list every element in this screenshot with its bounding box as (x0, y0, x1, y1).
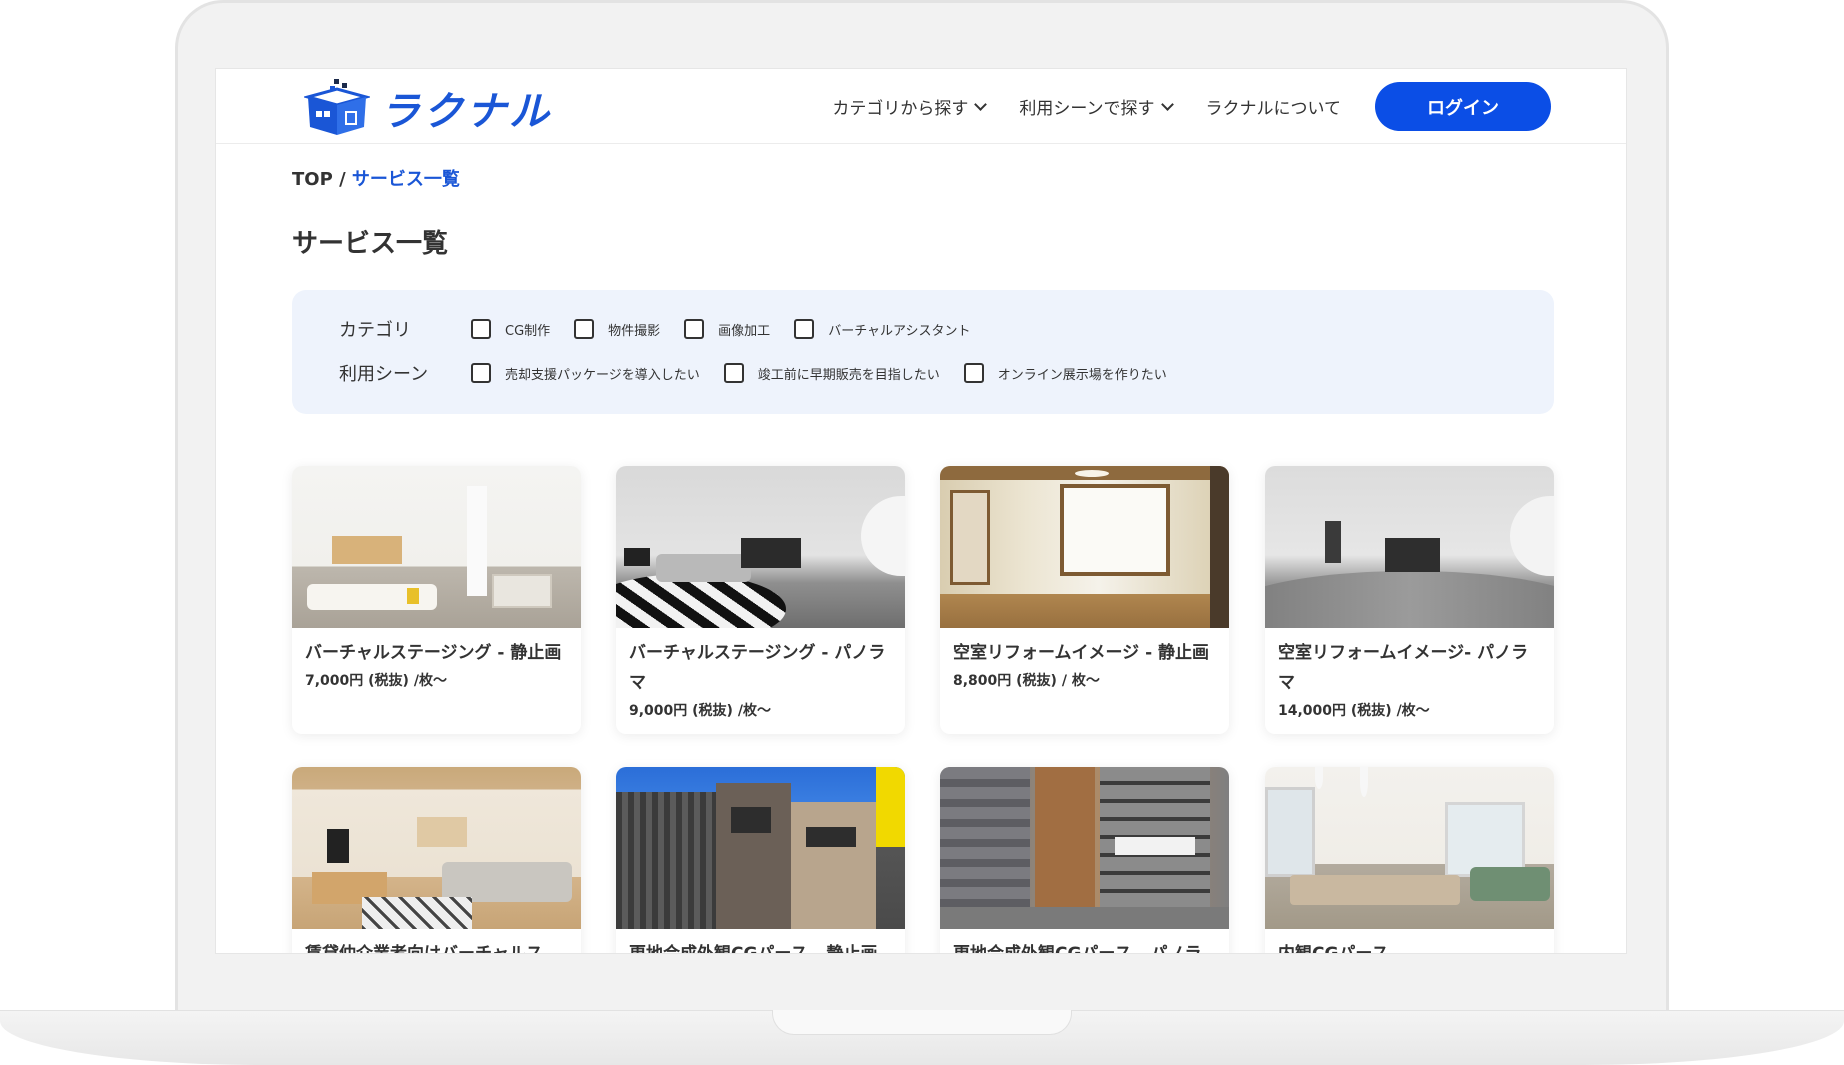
service-thumbnail (1265, 466, 1554, 628)
card-price: 8,800円 (税抜) / 枚〜 (953, 673, 1100, 689)
card-title: 空室リフォームイメージ- パノラマ (1278, 643, 1529, 693)
scene-filter-row: 利用シーン 売却支援パッケージを導入したい 竣工前に早期販売を目指したい オンラ… (339, 360, 1191, 386)
category-filter-label: カテゴリ (339, 320, 411, 341)
card-price: 14,000円 (税抜) /枚〜 (1278, 703, 1430, 719)
browser-screen: ラクナル カテゴリから探す 利用シーンで探す ラクナルについて ログイン TOP… (215, 68, 1627, 954)
option-label: 物件撮影 (608, 323, 661, 339)
card-title: バーチャルステージング - パノラマ (629, 643, 886, 693)
chevron-down-icon (1160, 97, 1174, 111)
house-box-icon (304, 79, 370, 135)
nav-category-label: カテゴリから探す (832, 99, 969, 119)
service-thumbnail (616, 767, 905, 929)
breadcrumb-separator: / (339, 169, 346, 190)
service-card[interactable]: 更地合成外観CGパース - 静止画 (616, 767, 905, 954)
nav-about[interactable]: ラクナルについて (1206, 94, 1342, 119)
card-title: バーチャルステージング - 静止画 (305, 643, 562, 663)
nav-category[interactable]: カテゴリから探す (832, 94, 988, 119)
checkbox[interactable] (684, 319, 705, 339)
card-price: 9,000円 (税抜) /枚〜 (629, 703, 771, 719)
service-card[interactable]: バーチャルステージング - 静止画 7,000円 (税抜) /枚〜 (292, 466, 581, 734)
option-label: 竣工前に早期販売を目指したい (757, 367, 940, 383)
category-option-photo[interactable]: 物件撮影 (574, 319, 660, 339)
option-label: CG制作 (505, 323, 551, 339)
breadcrumb-current: サービス一覧 (351, 169, 460, 190)
service-thumbnail (1265, 767, 1554, 929)
service-card[interactable]: 空室リフォームイメージ - 静止画 8,800円 (税抜) / 枚〜 (940, 466, 1229, 734)
card-price: 7,000円 (税抜) /枚〜 (305, 673, 447, 689)
checkbox[interactable] (794, 319, 815, 339)
nav-scene[interactable]: 利用シーンで探す (1019, 94, 1174, 119)
scene-option-online-showroom[interactable]: オンライン展示場を作りたい (963, 363, 1167, 383)
service-card[interactable]: 空室リフォームイメージ- パノラマ 14,000円 (税抜) /枚〜 (1265, 466, 1554, 734)
service-thumbnail (292, 466, 581, 628)
scene-option-sales-package[interactable]: 売却支援パッケージを導入したい (471, 363, 700, 383)
service-card[interactable]: 内観CGパース (1265, 767, 1554, 954)
service-thumbnail (940, 767, 1229, 929)
laptop-notch (772, 1010, 1072, 1035)
checkbox[interactable] (471, 319, 491, 339)
category-filter-row: カテゴリ CG制作 物件撮影 画像加工 バーチャルアシスタント (339, 316, 995, 342)
nav-about-label: ラクナルについて (1205, 99, 1342, 119)
checkbox[interactable] (723, 363, 744, 383)
page-title: サービス一覧 (292, 229, 449, 259)
card-title: 更地合成外観CGパース - パノラ (953, 944, 1202, 954)
main-nav: カテゴリから探す 利用シーンで探す ラクナルについて ログイン (832, 82, 1551, 131)
scene-filter-label: 利用シーン (339, 364, 429, 385)
category-option-cg[interactable]: CG制作 (471, 319, 550, 339)
service-thumbnail (292, 767, 581, 929)
option-label: 売却支援パッケージを導入したい (505, 367, 700, 383)
option-label: オンライン展示場を作りたい (997, 367, 1167, 383)
login-button[interactable]: ログイン (1375, 82, 1551, 131)
nav-scene-label: 利用シーンで探す (1019, 99, 1155, 119)
option-label: 画像加工 (718, 323, 771, 339)
logo-text: ラクナル (380, 89, 552, 135)
breadcrumb: TOP / サービス一覧 (292, 165, 460, 191)
checkbox[interactable] (574, 319, 595, 339)
breadcrumb-top-link[interactable]: TOP (292, 169, 333, 190)
checkbox[interactable] (963, 363, 984, 383)
service-card[interactable]: 更地合成外観CGパース - パノラ (940, 767, 1229, 954)
chevron-down-icon (974, 97, 988, 111)
scene-option-early-sales[interactable]: 竣工前に早期販売を目指したい (723, 363, 940, 383)
service-card[interactable]: バーチャルステージング - パノラマ 9,000円 (税抜) /枚〜 (616, 466, 905, 734)
card-title: 内観CGパース (1278, 944, 1389, 954)
option-label: バーチャルアシスタント (828, 323, 971, 339)
category-option-virtual-assistant[interactable]: バーチャルアシスタント (794, 319, 971, 339)
card-title: 賃貸仲介業者向けバーチャルス (305, 944, 543, 954)
card-title: 更地合成外観CGパース - 静止画 (629, 944, 878, 954)
site-logo[interactable]: ラクナル (304, 79, 552, 137)
service-card[interactable]: 賃貸仲介業者向けバーチャルス (292, 767, 581, 954)
service-thumbnail (940, 466, 1229, 628)
site-header: ラクナル カテゴリから探す 利用シーンで探す ラクナルについて ログイン (216, 69, 1626, 144)
filter-panel: カテゴリ CG制作 物件撮影 画像加工 バーチャルアシスタント 利用シーン 売却… (292, 290, 1554, 414)
checkbox[interactable] (471, 363, 491, 383)
category-option-image-edit[interactable]: 画像加工 (684, 319, 770, 339)
card-title: 空室リフォームイメージ - 静止画 (953, 643, 1210, 663)
service-thumbnail (616, 466, 905, 628)
